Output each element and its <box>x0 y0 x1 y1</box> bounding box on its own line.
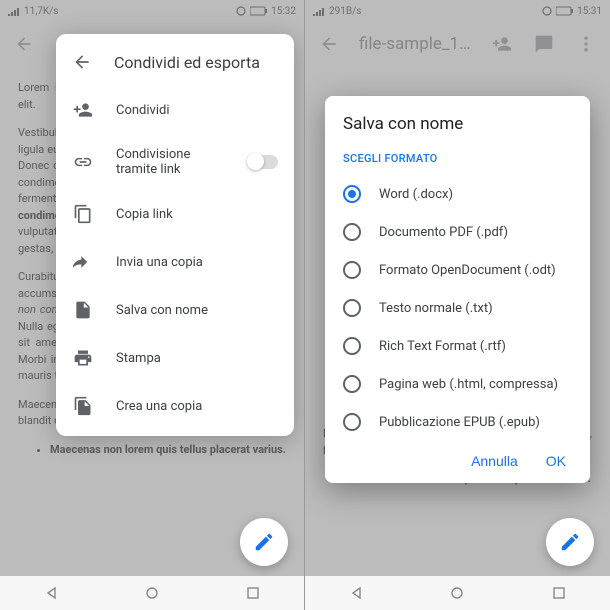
menu-item-label: Stampa <box>116 351 278 366</box>
format-option-rtf[interactable]: Rich Text Format (.rtf) <box>343 327 572 365</box>
link-sharing-toggle[interactable] <box>248 155 278 169</box>
nav-recent[interactable] <box>243 583 263 603</box>
ok-button[interactable]: OK <box>546 453 566 469</box>
nav-back[interactable] <box>41 583 61 603</box>
phone-left: 11,7K/s 15:32 Lorem ipsum dolor sit amet… <box>0 0 305 610</box>
dialog-title: Salva con nome <box>343 114 572 134</box>
nav-home[interactable] <box>142 583 162 603</box>
option-label: Testo normale (.txt) <box>379 301 493 316</box>
format-option-epub[interactable]: Pubblicazione EPUB (.epub) <box>343 403 572 441</box>
back-arrow-icon <box>72 52 92 72</box>
dialog-subtitle: SCEGLI FORMATO <box>343 152 572 165</box>
option-label: Rich Text Format (.rtf) <box>379 339 506 354</box>
pencil-icon <box>559 531 581 553</box>
menu-title: Condividi ed esporta <box>114 53 260 72</box>
file-icon <box>72 299 94 321</box>
pencil-icon <box>253 531 275 553</box>
copy-icon <box>72 203 94 225</box>
radio-icon <box>343 185 361 203</box>
share-export-menu: Condividi ed esporta Condividi Condivisi… <box>56 34 294 436</box>
format-option-pdf[interactable]: Documento PDF (.pdf) <box>343 213 572 251</box>
cancel-button[interactable]: Annulla <box>471 453 518 469</box>
nav-back[interactable] <box>346 583 366 603</box>
radio-icon <box>343 413 361 431</box>
nav-bar <box>305 576 610 610</box>
nav-home[interactable] <box>447 583 467 603</box>
menu-item-share[interactable]: Condividi <box>56 86 294 134</box>
format-option-docx[interactable]: Word (.docx) <box>343 175 572 213</box>
menu-item-label: Condivisione tramite link <box>116 147 226 177</box>
radio-icon <box>343 375 361 393</box>
menu-item-save-as[interactable]: Salva con nome <box>56 286 294 334</box>
save-as-dialog: Salva con nome SCEGLI FORMATO Word (.doc… <box>325 96 590 483</box>
edit-fab[interactable] <box>240 518 288 566</box>
link-icon <box>72 151 94 173</box>
menu-item-make-copy[interactable]: Crea una copia <box>56 382 294 430</box>
radio-icon <box>343 337 361 355</box>
menu-item-link-sharing[interactable]: Condivisione tramite link <box>56 134 294 190</box>
format-option-txt[interactable]: Testo normale (.txt) <box>343 289 572 327</box>
radio-icon <box>343 223 361 241</box>
radio-icon <box>343 261 361 279</box>
option-label: Pagina web (.html, compressa) <box>379 377 558 392</box>
nav-recent[interactable] <box>549 583 569 603</box>
person-add-icon <box>72 99 94 121</box>
option-label: Word (.docx) <box>379 187 453 202</box>
option-label: Documento PDF (.pdf) <box>379 225 508 240</box>
option-label: Formato OpenDocument (.odt) <box>379 263 556 278</box>
option-label: Pubblicazione EPUB (.epub) <box>379 415 540 430</box>
format-option-html[interactable]: Pagina web (.html, compressa) <box>343 365 572 403</box>
copy-file-icon <box>72 395 94 417</box>
edit-fab[interactable] <box>546 518 594 566</box>
menu-item-print[interactable]: Stampa <box>56 334 294 382</box>
menu-item-copy-link[interactable]: Copia link <box>56 190 294 238</box>
menu-item-label: Crea una copia <box>116 399 278 414</box>
format-option-odt[interactable]: Formato OpenDocument (.odt) <box>343 251 572 289</box>
menu-item-label: Salva con nome <box>116 303 278 318</box>
menu-item-label: Condividi <box>116 103 278 118</box>
phone-right: 291B/s 15:31 file-sample_1… Maecenas mau… <box>305 0 610 610</box>
menu-item-label: Invia una copia <box>116 255 278 270</box>
send-icon <box>72 251 94 273</box>
radio-icon <box>343 299 361 317</box>
menu-item-send-copy[interactable]: Invia una copia <box>56 238 294 286</box>
print-icon <box>72 347 94 369</box>
menu-back-button[interactable] <box>72 52 92 72</box>
nav-bar <box>0 576 304 610</box>
menu-item-label: Copia link <box>116 207 278 222</box>
